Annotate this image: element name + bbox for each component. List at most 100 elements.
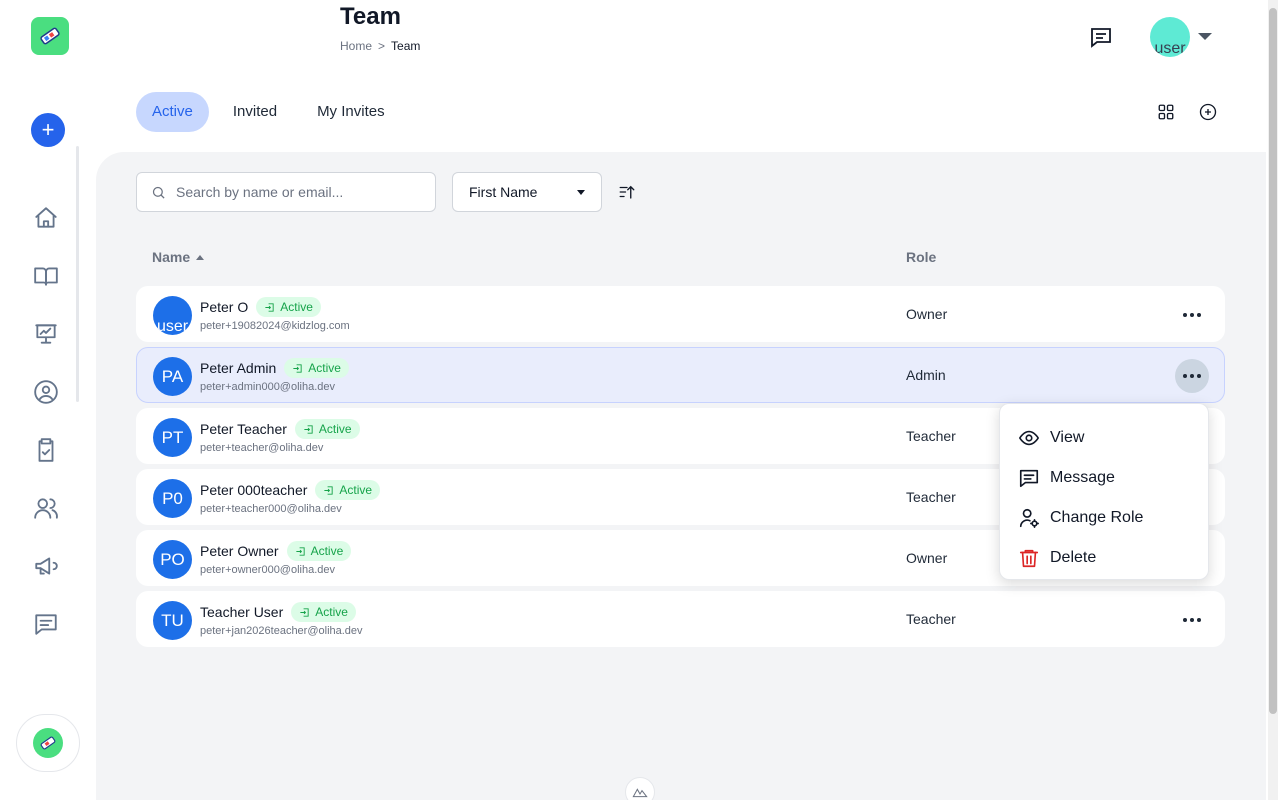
member-email: peter+19082024@kidzlog.com [200, 320, 350, 332]
login-icon [324, 485, 334, 495]
status-badge: Active [286, 541, 352, 561]
team-tabs: Active Invited My Invites [136, 92, 401, 132]
menu-item-label: Message [1050, 469, 1115, 486]
menu-item-delete[interactable]: Delete [1000, 538, 1208, 578]
nav-tasks[interactable] [32, 436, 60, 464]
member-name: Peter 000teacher [200, 482, 308, 498]
page-title: Team [340, 3, 401, 30]
member-email: peter+teacher@oliha.dev [200, 442, 324, 454]
sort-field-select[interactable]: First Name [452, 172, 602, 212]
home-icon [35, 207, 57, 228]
tab-my-invites[interactable]: My Invites [301, 92, 401, 132]
column-header-name[interactable]: Name [152, 249, 205, 265]
avatar: PO [153, 540, 192, 579]
breadcrumb-current: Team [391, 39, 421, 53]
sidebar-scrollbar[interactable] [76, 146, 79, 402]
member-name: Peter Teacher [200, 421, 287, 437]
search-icon [152, 186, 165, 199]
tab-active[interactable]: Active [136, 92, 209, 132]
sort-direction-button[interactable] [618, 183, 636, 201]
trash-icon [1019, 549, 1039, 568]
status-badge: Active [284, 358, 349, 378]
avatar: user [153, 296, 192, 335]
breadcrumb: Home > Team [340, 39, 420, 53]
user-circle-icon [34, 380, 58, 404]
eye-icon [1019, 430, 1039, 446]
megaphone-icon [35, 557, 58, 575]
search-box [136, 172, 436, 212]
status-label: Active [339, 483, 373, 497]
avatar: PT [153, 418, 192, 457]
plus-circle-icon [1199, 103, 1217, 121]
user-avatar[interactable]: user [1150, 17, 1190, 57]
search-input[interactable] [176, 184, 416, 200]
pencil-logo-icon [40, 27, 60, 45]
login-icon [304, 424, 313, 434]
member-role: Teacher [906, 489, 956, 505]
menu-item-label: Delete [1050, 549, 1097, 566]
header-messages-button[interactable] [1089, 25, 1115, 51]
member-name-line: Peter 000teacher Active [200, 480, 381, 500]
menu-item-view[interactable]: View [1000, 418, 1208, 458]
menu-item-change-role[interactable]: Change Role [1000, 498, 1208, 538]
message-icon [1091, 28, 1111, 48]
status-badge: Active [315, 480, 381, 500]
status-badge: Active [256, 297, 321, 317]
member-name-line: Peter Admin Active [200, 358, 349, 378]
chevron-down-icon [577, 189, 585, 195]
member-email: peter+jan2026teacher@oliha.dev [200, 625, 363, 637]
member-role: Owner [906, 550, 948, 566]
grid-icon [1158, 104, 1174, 120]
status-label: Active [315, 605, 348, 619]
column-header-role: Role [906, 249, 937, 265]
row-actions-button[interactable] [1175, 298, 1209, 332]
nav-profile[interactable] [32, 378, 60, 406]
org-switcher[interactable] [16, 714, 80, 772]
nuxt-devtools-icon[interactable] [625, 777, 655, 800]
row-actions-menu: View Message Change Role Delete [999, 403, 1209, 580]
chevron-up-icon [196, 254, 205, 260]
nav-home[interactable] [32, 204, 60, 232]
status-badge: Active [294, 419, 360, 439]
table-row[interactable]: user Peter O Active peter+19082024@kidzl… [136, 286, 1225, 342]
breadcrumb-home[interactable]: Home [340, 39, 372, 53]
invite-member-button[interactable] [1199, 103, 1217, 121]
grid-view-button[interactable] [1157, 103, 1175, 121]
chevron-down-icon[interactable] [1198, 33, 1212, 40]
tab-invited[interactable]: Invited [217, 92, 293, 132]
nav-library[interactable] [32, 262, 60, 290]
nav-messages[interactable] [32, 610, 60, 638]
status-label: Active [318, 422, 352, 436]
member-name: Teacher User [200, 604, 284, 620]
page-scrollbar[interactable] [1268, 0, 1278, 800]
member-name: Peter Owner [200, 543, 279, 559]
table-row[interactable]: PA Peter Admin Active peter+admin000@oli… [136, 347, 1225, 403]
member-email: peter+teacher000@oliha.dev [200, 503, 342, 515]
menu-item-message[interactable]: Message [1000, 458, 1208, 498]
users-icon [34, 498, 58, 519]
avatar: PA [153, 357, 192, 396]
member-name-line: Peter O Active [200, 297, 321, 317]
column-name-label: Name [152, 249, 191, 265]
row-actions-button[interactable] [1175, 359, 1209, 393]
add-button[interactable]: + [31, 113, 65, 147]
table-row[interactable]: TU Teacher User Active peter+jan2026teac… [136, 591, 1225, 647]
chevron-right-icon: > [378, 39, 386, 53]
view-controls [1157, 103, 1217, 121]
menu-item-label: View [1050, 429, 1085, 446]
avatar: P0 [153, 479, 192, 518]
avatar: TU [153, 601, 192, 640]
status-label: Active [280, 300, 313, 314]
member-role: Owner [906, 306, 948, 322]
scrollbar-thumb[interactable] [1269, 8, 1277, 714]
pencil-logo-icon [33, 728, 63, 758]
member-email: peter+admin000@oliha.dev [200, 381, 336, 393]
menu-item-label: Change Role [1050, 509, 1144, 526]
status-label: Active [308, 361, 341, 375]
nav-team[interactable] [32, 494, 60, 522]
nav-announcements[interactable] [32, 552, 60, 580]
row-actions-button[interactable] [1175, 603, 1209, 637]
status-label: Active [310, 544, 344, 558]
nav-presentations[interactable] [32, 320, 60, 348]
app-logo[interactable] [31, 17, 69, 55]
